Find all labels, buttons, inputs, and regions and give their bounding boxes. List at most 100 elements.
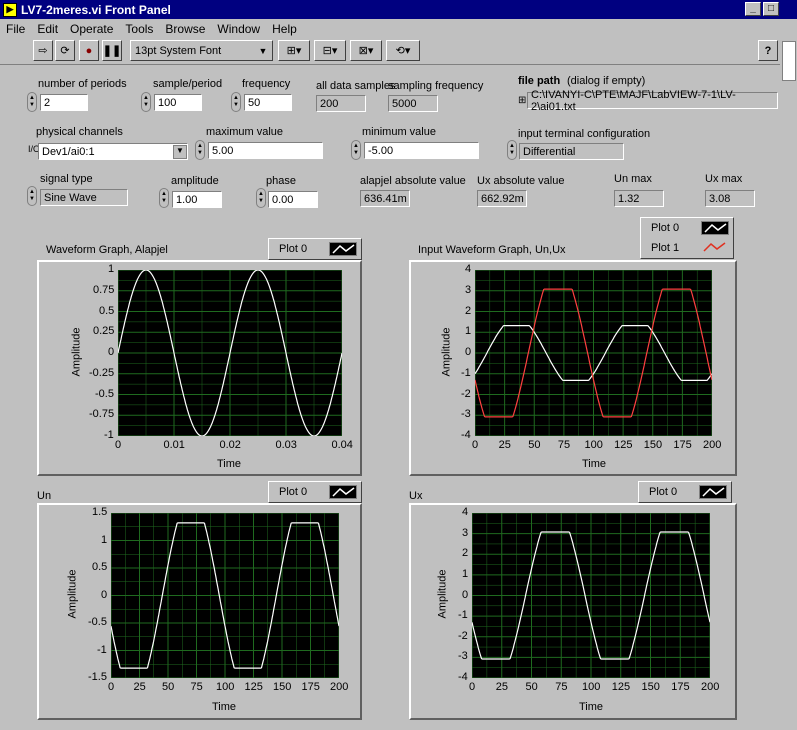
minimum-value-spinner[interactable]: ▲ ▼ (351, 140, 361, 160)
sampling-frequency-indicator: 5000 (388, 95, 438, 112)
align-objects-icon[interactable]: ⊞▾ (278, 40, 310, 61)
amplitude-label: amplitude (171, 175, 219, 187)
g4-xtick: 125 (611, 681, 631, 693)
minimize-button[interactable]: _ (745, 2, 761, 16)
graph4-legend-plot0[interactable]: Plot 0 (639, 482, 731, 502)
g1-ytick: 1 (108, 263, 115, 275)
phase-spinner[interactable]: ▲ ▼ (256, 188, 266, 208)
plot-swatch-icon (701, 241, 729, 255)
g1-xtick: 0.02 (219, 439, 241, 451)
window-title: LV7-2meres.vi Front Panel (21, 2, 171, 17)
menu-window[interactable]: Window (211, 22, 266, 36)
g2-plot-svg (475, 270, 712, 436)
number-of-periods-input[interactable]: 2 (40, 94, 88, 111)
input-terminal-spinner[interactable]: ▲ ▼ (507, 140, 517, 160)
maximum-value-input[interactable]: 5.00 (208, 142, 323, 159)
g1-xtick: 0.03 (275, 439, 297, 451)
frequency-spinner[interactable]: ▲ ▼ (231, 92, 241, 112)
ux-max-label: Ux max (705, 173, 743, 185)
graph2-plot-area[interactable] (475, 270, 712, 436)
graph1-legend[interactable]: Plot 0 (268, 238, 362, 260)
alapjel-abs-label: alapjel absolute value (360, 175, 466, 187)
physical-channels-select[interactable]: Dev1/ai0:1 (38, 143, 188, 160)
graph4-legend[interactable]: Plot 0 (638, 481, 732, 503)
g2-xtick: 175 (673, 439, 692, 451)
g3-xtick: 75 (190, 681, 203, 693)
pause-icon[interactable]: ❚❚ (102, 40, 122, 61)
graph4-plot-area[interactable] (472, 513, 710, 678)
g2-ytick: -3 (461, 408, 471, 421)
g3-xtick: 175 (301, 681, 320, 693)
signal-type-ring[interactable]: Sine Wave (40, 189, 128, 206)
g2-ytick: -4 (461, 429, 471, 441)
g4-xtick: 175 (671, 681, 690, 693)
g1-plot-svg (118, 270, 342, 436)
g2-ytick: -2 (461, 387, 471, 400)
g1-ytick: 0 (108, 346, 115, 358)
graph4-ylabel: Amplitude (436, 569, 449, 619)
abort-icon[interactable]: ● (79, 40, 99, 61)
run-continuously-icon[interactable]: ⟳ (55, 40, 75, 61)
right-scroll-strip (780, 19, 797, 730)
g4-xtick: 100 (582, 681, 601, 693)
g2-xtick: 50 (528, 439, 541, 451)
phase-input[interactable]: 0.00 (268, 191, 318, 208)
g3-xtick: 50 (162, 681, 175, 693)
graph3-legend[interactable]: Plot 0 (268, 481, 362, 503)
menu-edit[interactable]: Edit (31, 22, 64, 36)
alapjel-abs-indicator: 636.41m (360, 190, 410, 207)
signal-type-label: signal type (40, 173, 93, 185)
graph3-plot-area[interactable] (111, 513, 339, 678)
g3-ytick: 1 (101, 533, 108, 546)
distribute-objects-icon[interactable]: ⊟▾ (314, 40, 346, 61)
plot-swatch-icon (699, 485, 727, 499)
g2-ytick: 1 (465, 325, 472, 338)
graph2-legend-plot1[interactable]: Plot 1 (641, 238, 733, 258)
menu-operate[interactable]: Operate (64, 22, 119, 36)
menu-browse[interactable]: Browse (159, 22, 211, 36)
maximize-button[interactable]: □ (763, 2, 779, 16)
run-arrow-icon[interactable]: ⇨ (33, 40, 53, 61)
minimum-value-input[interactable]: -5.00 (364, 142, 479, 159)
sample-per-period-input[interactable]: 100 (154, 94, 202, 111)
input-terminal-ring[interactable]: Differential (519, 143, 624, 160)
plot-swatch-icon (329, 485, 357, 499)
reorder-icon[interactable]: ⟲▾ (386, 40, 420, 61)
graph2-legend-plot0[interactable]: Plot 0 (641, 218, 733, 238)
g4-ytick: 3 (462, 526, 469, 539)
graph3-legend-plot0[interactable]: Plot 0 (269, 482, 361, 502)
maximum-value-spinner[interactable]: ▲ ▼ (195, 140, 205, 160)
maximum-value-label: maximum value (206, 126, 284, 138)
legend-label: Plot 0 (649, 486, 678, 498)
g2-ytick: 2 (465, 304, 472, 317)
graph1-plot-area[interactable] (118, 270, 342, 436)
graph3-title: Un (37, 490, 52, 502)
frequency-input[interactable]: 50 (244, 94, 292, 111)
connector-pane-icon (782, 41, 796, 81)
g4-ytick: 0 (462, 588, 469, 601)
channels-dropdown-icon[interactable]: ▼ (173, 145, 187, 159)
g1-ytick: 0.75 (93, 283, 115, 296)
font-selector[interactable]: 13pt System Font ▼ (130, 40, 273, 61)
frequency-label: frequency (242, 78, 291, 90)
g4-xtick: 75 (555, 681, 568, 693)
help-button[interactable]: ? (758, 40, 778, 61)
graph2-ylabel: Amplitude (440, 327, 453, 377)
resize-objects-icon[interactable]: ⊠▾ (350, 40, 382, 61)
menu-file[interactable]: File (0, 22, 31, 36)
g3-plot-svg (111, 513, 339, 678)
g3-xtick: 150 (273, 681, 292, 693)
ux-max-indicator: 3.08 (705, 190, 755, 207)
number-of-periods-spinner[interactable]: ▲ ▼ (27, 92, 37, 112)
amplitude-spinner[interactable]: ▲ ▼ (159, 188, 169, 208)
menu-help[interactable]: Help (266, 22, 303, 36)
amplitude-input[interactable]: 1.00 (172, 191, 222, 208)
signal-type-spinner[interactable]: ▲ ▼ (27, 186, 37, 206)
graph1-legend-plot0[interactable]: Plot 0 (269, 239, 361, 259)
g4-ytick: -4 (458, 671, 468, 683)
graph2-legend[interactable]: Plot 0 Plot 1 (640, 217, 734, 259)
sample-per-period-spinner[interactable]: ▲ ▼ (141, 92, 151, 112)
browse-path-icon[interactable]: ⊞ (518, 95, 526, 106)
font-selector-label: 13pt System Font (135, 44, 222, 57)
menu-tools[interactable]: Tools (119, 22, 159, 36)
